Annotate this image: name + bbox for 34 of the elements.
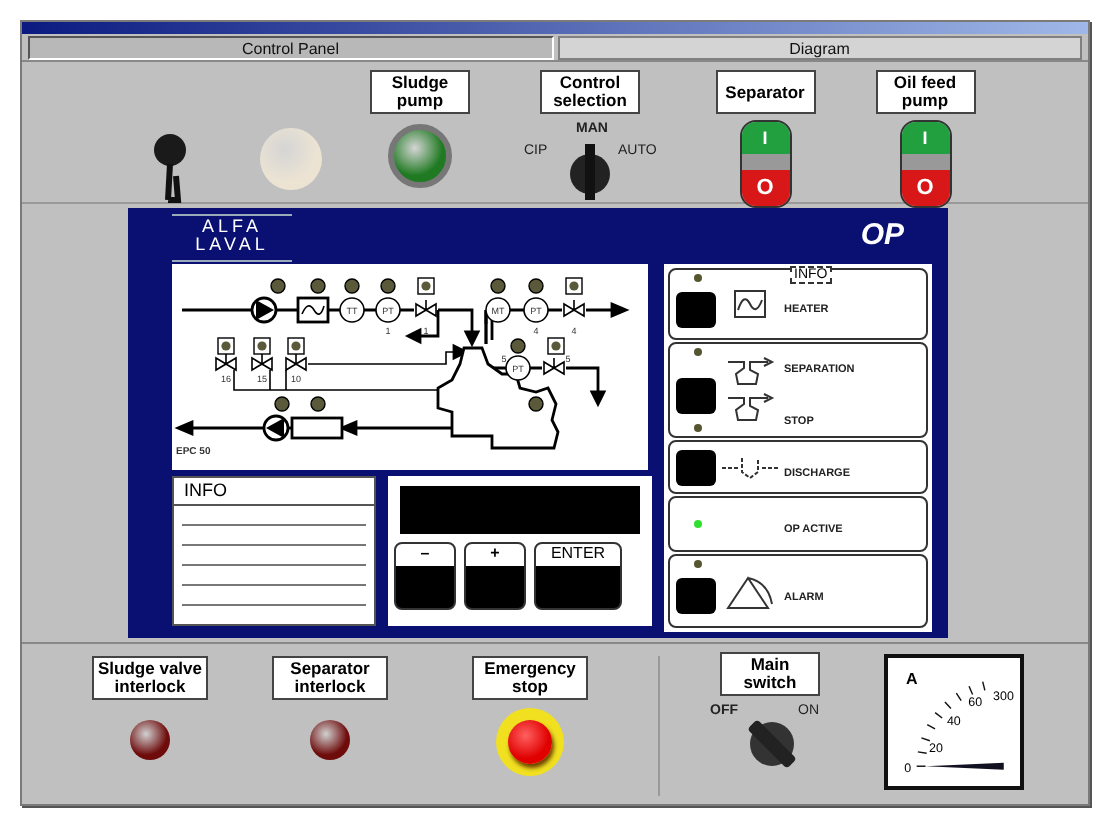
function-key[interactable] bbox=[676, 578, 716, 614]
button-collar bbox=[901, 154, 949, 170]
wave-icon bbox=[734, 290, 766, 318]
label-plate: Oil feed pump bbox=[875, 70, 975, 114]
scale-ticks bbox=[915, 681, 986, 767]
label-plate: Control selection bbox=[540, 70, 640, 114]
warning-triangle-icon bbox=[724, 573, 776, 609]
panel-title: OP bbox=[858, 216, 906, 256]
function-key[interactable] bbox=[676, 291, 716, 327]
function-key[interactable] bbox=[676, 377, 716, 413]
tab[interactable]: Diagram bbox=[557, 36, 1082, 60]
emergency-stop-button[interactable] bbox=[496, 708, 564, 776]
discharge-icon bbox=[720, 455, 780, 479]
tab[interactable]: Control Panel bbox=[28, 36, 553, 60]
separator-icon bbox=[724, 392, 776, 424]
info-title: INFO bbox=[174, 478, 374, 506]
keypad-key[interactable]: – bbox=[394, 542, 456, 610]
stop-button[interactable]: O bbox=[901, 170, 949, 206]
function-key[interactable] bbox=[676, 449, 716, 485]
label-plate: Separator bbox=[715, 70, 815, 114]
label-plate: Sludge pump bbox=[370, 70, 470, 114]
keypad-key[interactable]: ENTER bbox=[534, 542, 622, 610]
separator-icon bbox=[724, 356, 776, 388]
selector-switch[interactable] bbox=[566, 140, 614, 200]
label-plate: Separator interlock bbox=[272, 656, 388, 700]
label-plate: Emergency stop bbox=[472, 656, 588, 700]
label-plate: Main switch bbox=[720, 652, 820, 696]
stop-button[interactable]: O bbox=[741, 170, 789, 206]
logo: ALFA LAVAL bbox=[172, 214, 292, 262]
horn-icon bbox=[150, 132, 190, 208]
label-plate: Sludge valve interlock bbox=[92, 656, 208, 700]
button-collar bbox=[741, 154, 789, 170]
unit-label: A bbox=[906, 670, 918, 689]
keypad-key[interactable]: + bbox=[464, 542, 526, 610]
